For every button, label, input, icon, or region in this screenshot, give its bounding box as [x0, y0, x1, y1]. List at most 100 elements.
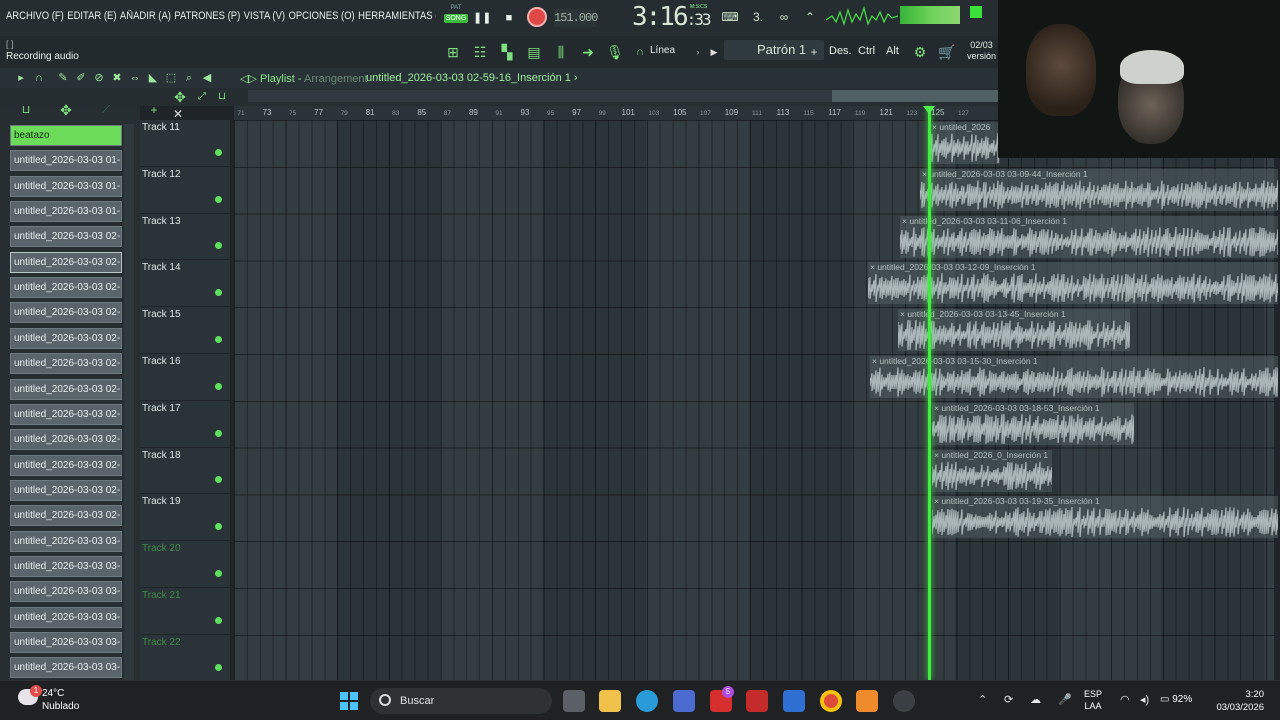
tray-cloud-icon[interactable]: ☁ — [1030, 693, 1041, 706]
track-header[interactable]: Track 13 — [140, 213, 230, 261]
track-header[interactable]: Track 15 — [140, 307, 230, 354]
hint-icon[interactable]: ⌃ — [800, 8, 820, 26]
speaker-icon[interactable]: ◀ — [198, 71, 216, 85]
play-arrow-icon[interactable]: ▸ — [12, 71, 30, 85]
browser-link-icon[interactable]: ⟋ — [96, 100, 116, 120]
clock[interactable]: 3:20 03/03/2026 — [1210, 688, 1264, 714]
clip-browser-item[interactable]: untitled_2026-03-03 02-... — [10, 302, 122, 324]
battery-indicator[interactable]: ▭ 92% — [1160, 694, 1192, 705]
clip-browser-item[interactable]: untitled_2026-03-03 01-... — [10, 175, 122, 197]
clip-browser-item[interactable]: beatazo — [10, 125, 122, 146]
keyboard-icon[interactable]: ⌨ — [720, 8, 740, 26]
volume-icon[interactable]: ◂) — [1140, 693, 1149, 706]
timeline-ruler[interactable]: 73 77 81 85 89 93 97 101 105 109 113 117 121 125 71 75 7… — [234, 106, 1000, 120]
track-enable-dot[interactable] — [215, 195, 222, 203]
discord-icon[interactable] — [893, 690, 915, 712]
menu-item-4[interactable]: VISTA (V) — [244, 10, 285, 22]
track-header[interactable]: Track 11 — [140, 120, 230, 167]
record-button[interactable] — [527, 7, 547, 27]
shop-icon[interactable]: 🛒 — [937, 42, 957, 62]
menu-item-5[interactable]: OPCIONES (O) — [288, 10, 354, 22]
arrow-right-icon[interactable]: ➜ — [578, 42, 598, 62]
modifier-ctrl[interactable]: Ctrl — [858, 45, 875, 57]
track-enable-dot[interactable] — [215, 616, 222, 624]
magnet-icon[interactable]: ∩ — [630, 42, 650, 62]
audio-clip[interactable]: × untitled_2026-03-03 03-15-30_Inserción… — [870, 356, 1278, 398]
store-icon[interactable] — [673, 690, 695, 712]
windows-start-icon[interactable] — [340, 692, 358, 710]
menu-item-6[interactable]: HERRAMIENTAS (T) — [358, 10, 436, 22]
track-enable-dot[interactable] — [215, 335, 222, 343]
add-track-icon[interactable]: + — [144, 100, 164, 120]
clip-browser-item[interactable]: untitled_2026-03-03 02-... — [10, 327, 122, 349]
track-header[interactable]: Track 19 — [140, 494, 230, 542]
clip-browser-item[interactable]: untitled_2026-03-03 02-... — [10, 505, 122, 527]
track-enable-dot[interactable] — [215, 523, 222, 531]
playhead-marker[interactable] — [923, 106, 935, 114]
file-explorer-icon[interactable] — [599, 690, 621, 712]
stop-button[interactable]: ■ — [500, 9, 518, 27]
audio-clip[interactable]: × untitled_2026-03-03 03-18-53_Inserción… — [932, 402, 1134, 445]
track-header[interactable]: Track 18 — [140, 447, 230, 495]
overview-scroll-thumb[interactable] — [832, 90, 1000, 102]
mail-icon[interactable] — [783, 690, 805, 712]
track-header[interactable]: Track 16 — [140, 354, 230, 401]
zoom-tool-icon[interactable]: ⌕ — [180, 71, 198, 85]
audio-clip[interactable]: × untitled_2026 — [930, 122, 1000, 164]
pat-song-toggle[interactable]: PAT SONG — [444, 5, 468, 31]
audio-clip[interactable]: × untitled_2026-03-03 03-19-35_Inserción… — [932, 496, 1278, 539]
track-header[interactable]: Track 17 — [140, 400, 230, 448]
pause-button[interactable]: ❚❚ — [473, 9, 491, 27]
fit-icon[interactable]: ⤢ — [192, 90, 212, 104]
clip-browser-item[interactable]: untitled_2026-03-03 02-... — [10, 378, 122, 400]
wifi-icon[interactable]: ◠ — [1120, 693, 1130, 706]
snap-selector[interactable]: Línea — [650, 45, 675, 56]
wave-icon[interactable]: ∞ — [774, 8, 794, 26]
clip-browser-item[interactable]: untitled_2026-03-03 02-... — [10, 353, 122, 375]
mixer-icon[interactable]: ⫼ — [551, 42, 571, 62]
pencil-icon[interactable]: ✎ — [54, 71, 72, 85]
track-header[interactable]: Track 22 — [140, 634, 230, 680]
track-enable-dot[interactable] — [215, 242, 222, 250]
tempo-display[interactable]: 151.000 — [554, 9, 598, 27]
clip-browser-item[interactable]: untitled_2026-03-03 02-... — [10, 454, 122, 476]
language-indicator[interactable]: ESP LAA — [1084, 688, 1102, 712]
clip-browser-item[interactable]: untitled_2026-03-03 02-... — [10, 429, 122, 451]
clip-browser-item[interactable]: untitled_2026-03-03 02-... — [10, 277, 122, 299]
chrome-icon[interactable] — [820, 690, 842, 712]
audio-clip[interactable]: × untitled_2026_0_Inserción 1 — [932, 449, 1052, 492]
select-tool-icon[interactable]: ⬚ — [162, 71, 180, 85]
track-header[interactable]: Track 12 — [140, 166, 230, 214]
nudge-icon[interactable]: ✥ — [170, 90, 190, 104]
clip-browser-item[interactable]: untitled_2026-03-03 03-... — [10, 581, 122, 603]
audio-clip[interactable]: × untitled_2026-03-03 03-13-45_Inserción… — [898, 309, 1130, 352]
track-enable-dot[interactable] — [215, 476, 222, 484]
modifier-des[interactable]: Des. — [829, 45, 852, 57]
fl-studio-icon[interactable] — [856, 690, 878, 712]
tray-mic-icon[interactable]: 🎤 — [1058, 693, 1072, 706]
browser-target-icon[interactable]: ✥ — [56, 100, 76, 120]
track-header[interactable]: Track 20 — [140, 541, 230, 588]
modifier-alt[interactable]: Alt — [886, 45, 899, 57]
mcafee-icon[interactable] — [746, 690, 768, 712]
clip-browser-item[interactable]: untitled_2026-03-03 03-... — [10, 657, 122, 679]
task-view-icon[interactable] — [563, 690, 585, 712]
clip-browser-item[interactable]: untitled_2026-03-03 02-... — [10, 479, 122, 501]
clip-browser-item[interactable]: untitled_2026-03-03 02-... — [10, 251, 122, 273]
track-enable-dot[interactable] — [215, 382, 222, 390]
edge-icon[interactable] — [636, 690, 658, 712]
playhead[interactable] — [928, 106, 931, 680]
microphone-icon[interactable]: 🎙 — [605, 42, 625, 62]
clip-browser-item[interactable]: untitled_2026-03-03 02-... — [10, 226, 122, 248]
clip-browser-item[interactable]: untitled_2026-03-03 03-... — [10, 632, 122, 653]
track-enable-dot[interactable] — [215, 148, 222, 156]
track-header[interactable]: Track 21 — [140, 588, 230, 635]
tray-sync-icon[interactable]: ⟳ — [1004, 693, 1013, 706]
clip-browser-item[interactable]: untitled_2026-03-03 03-... — [10, 555, 122, 577]
brush-icon[interactable]: ✐ — [72, 71, 90, 85]
clip-browser-item[interactable]: untitled_2026-03-03 03-... — [10, 530, 122, 552]
clip-browser-item[interactable]: untitled_2026-03-03 02-... — [10, 403, 122, 425]
menu-item-1[interactable]: EDITAR (E) — [67, 10, 116, 22]
menu-item-0[interactable]: ARCHIVO (F) — [6, 10, 64, 22]
track-enable-dot[interactable] — [215, 569, 222, 577]
